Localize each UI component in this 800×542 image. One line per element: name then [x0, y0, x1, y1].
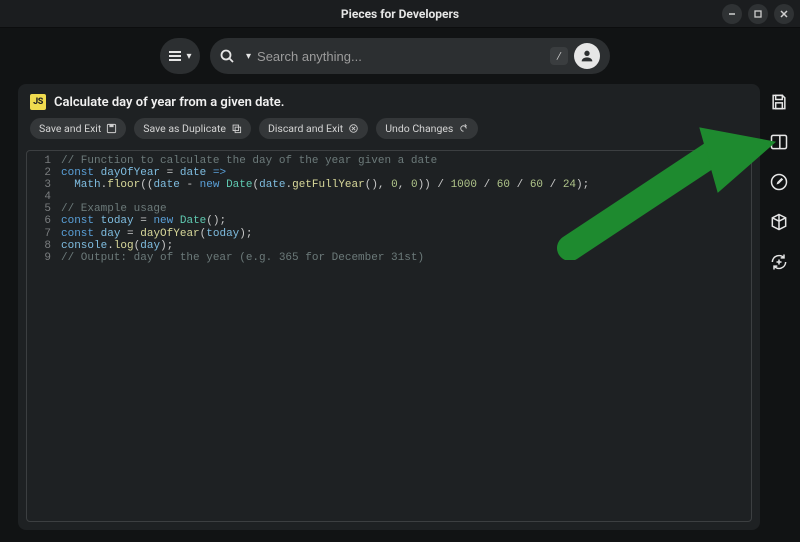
- edit-button[interactable]: [767, 170, 791, 194]
- undo-icon: [458, 123, 469, 134]
- code-line[interactable]: 4: [27, 191, 751, 203]
- snippet-title: Calculate day of year from a given date.: [54, 95, 284, 110]
- code-line[interactable]: 7const day = dayOfYear(today);: [27, 228, 751, 240]
- line-number: 9: [27, 252, 61, 264]
- search-hotkey-hint: /: [550, 47, 568, 65]
- undo-changes-button[interactable]: Undo Changes: [376, 118, 478, 139]
- main-panel: JS Calculate day of year from a given da…: [18, 84, 760, 530]
- search-icon: [214, 49, 240, 63]
- line-number: 4: [27, 191, 61, 203]
- search-bar[interactable]: ▾ /: [210, 38, 610, 74]
- panel-icon: [769, 132, 789, 152]
- cube-icon: [769, 212, 789, 232]
- search-caret-icon: ▾: [246, 51, 251, 62]
- action-chip-row: Save and Exit Save as Duplicate Discard …: [30, 118, 748, 139]
- code-line[interactable]: 2const dayOfYear = date =>: [27, 167, 751, 179]
- code-editor[interactable]: 1// Function to calculate the day of the…: [26, 150, 752, 522]
- code-line[interactable]: 6const today = new Date();: [27, 215, 751, 227]
- code-line[interactable]: 3 Math.floor((date - new Date(date.getFu…: [27, 179, 751, 191]
- code-line[interactable]: 1// Function to calculate the day of the…: [27, 155, 751, 167]
- discard-icon: [348, 123, 359, 134]
- save-snippet-button[interactable]: [767, 90, 791, 114]
- save-and-exit-label: Save and Exit: [39, 122, 101, 135]
- code-line[interactable]: 9// Output: day of the year (e.g. 365 fo…: [27, 252, 751, 264]
- js-badge-icon: JS: [30, 94, 46, 110]
- minimize-button[interactable]: [722, 4, 742, 24]
- save-and-exit-button[interactable]: Save and Exit: [30, 118, 126, 139]
- line-number: 1: [27, 155, 61, 167]
- maximize-button[interactable]: [748, 4, 768, 24]
- title-bar: Pieces for Developers: [0, 0, 800, 28]
- save-as-duplicate-button[interactable]: Save as Duplicate: [134, 118, 251, 139]
- code-line[interactable]: 5// Example usage: [27, 203, 751, 215]
- line-number: 5: [27, 203, 61, 215]
- top-toolbar: ▾ ▾ /: [0, 28, 800, 84]
- line-number: 6: [27, 215, 61, 227]
- classify-button[interactable]: [767, 130, 791, 154]
- app-title: Pieces for Developers: [341, 7, 459, 21]
- caret-down-icon: ▾: [186, 51, 191, 62]
- snippet-header: JS Calculate day of year from a given da…: [30, 94, 748, 110]
- list-icon: [168, 50, 184, 62]
- refresh-button[interactable]: [767, 250, 791, 274]
- line-number: 7: [27, 228, 61, 240]
- refresh-icon: [769, 252, 789, 272]
- undo-changes-label: Undo Changes: [385, 122, 453, 135]
- save-icon: [106, 123, 117, 134]
- account-avatar[interactable]: [574, 43, 600, 69]
- line-number: 3: [27, 179, 61, 191]
- line-number: 2: [27, 167, 61, 179]
- duplicate-icon: [231, 123, 242, 134]
- code-line[interactable]: 8console.log(day);: [27, 240, 751, 252]
- save-as-duplicate-label: Save as Duplicate: [143, 122, 226, 135]
- save-icon: [769, 92, 789, 112]
- right-sidebar: [764, 90, 794, 274]
- close-button[interactable]: [774, 4, 794, 24]
- line-number: 8: [27, 240, 61, 252]
- person-icon: [579, 48, 595, 64]
- discard-and-exit-label: Discard and Exit: [268, 122, 343, 135]
- search-input[interactable]: [257, 49, 544, 64]
- discard-and-exit-button[interactable]: Discard and Exit: [259, 118, 368, 139]
- edit-icon: [769, 172, 789, 192]
- window-controls: [722, 4, 794, 24]
- context-button[interactable]: [767, 210, 791, 234]
- list-view-button[interactable]: ▾: [160, 38, 200, 74]
